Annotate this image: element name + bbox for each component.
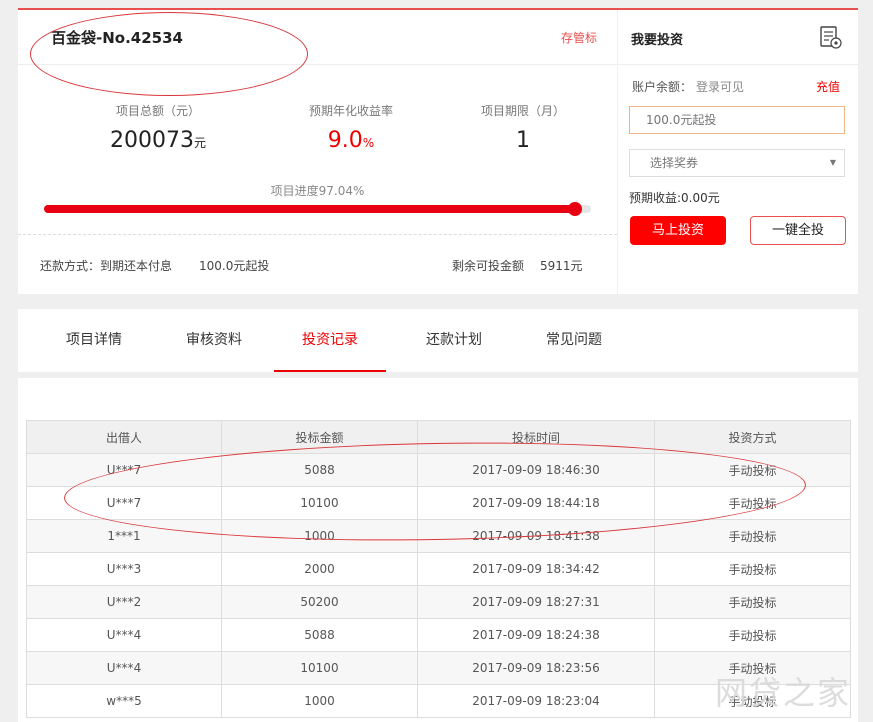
lender-cell: U***4 — [26, 651, 222, 685]
lender-cell: 1***1 — [26, 519, 222, 553]
amount-cell: 5088 — [221, 453, 418, 487]
amount-cell: 10100 — [221, 651, 418, 685]
lender-cell: U***2 — [26, 585, 222, 619]
annual-rate-unit: % — [362, 136, 375, 150]
invest-amount-input[interactable] — [629, 106, 845, 134]
method-cell: 手动投标 — [654, 618, 851, 652]
table-row: 1***1 1000 2017-09-09 18:41:38 手动投标 — [26, 519, 851, 553]
amount-cell: 50200 — [221, 585, 418, 619]
custody-tag: 存管标 — [560, 31, 597, 45]
column-header-time: 投标时间 — [417, 420, 655, 454]
product-header: 百金袋-No.42534 存管标 — [18, 10, 617, 65]
recharge-link[interactable]: 充值 — [816, 78, 840, 95]
lender-cell: U***7 — [26, 486, 222, 520]
time-cell: 2017-09-09 18:23:56 — [417, 651, 655, 685]
table-row: U***7 10100 2017-09-09 18:44:18 手动投标 — [26, 486, 851, 520]
coupon-select[interactable]: 选择奖券 ▼ — [629, 149, 845, 177]
column-header-method: 投资方式 — [654, 420, 851, 454]
lender-cell: U***7 — [26, 453, 222, 487]
min-invest: 100.0元起投 — [199, 259, 270, 273]
product-panel: 百金袋-No.42534 存管标 项目总额（元） 200073元 预期年化收益率… — [18, 10, 617, 294]
annual-rate-label: 预期年化收益率 — [308, 104, 393, 118]
total-amount-number: 200073 — [110, 128, 194, 153]
tab-bar: 项目详情 审核资料 投资记录 还款计划 常见问题 — [18, 309, 858, 372]
progress-knob — [567, 202, 582, 216]
time-cell: 2017-09-09 18:46:30 — [417, 453, 655, 487]
time-cell: 2017-09-09 18:44:18 — [417, 486, 655, 520]
tab-project-details[interactable]: 项目详情 — [34, 309, 154, 372]
invest-header: 我要投资 — [618, 10, 858, 65]
total-amount-value: 200073元 — [73, 128, 243, 153]
invest-title: 我要投资 — [631, 33, 684, 48]
progress-label: 项目进度97.04% — [270, 184, 365, 198]
method-cell: 手动投标 — [654, 585, 851, 619]
table-row: U***3 2000 2017-09-09 18:34:42 手动投标 — [26, 552, 851, 586]
calculator-icon[interactable] — [820, 26, 842, 50]
tab-faq[interactable]: 常见问题 — [514, 309, 634, 372]
annual-rate-number: 9.0 — [327, 128, 363, 153]
time-cell: 2017-09-09 18:23:04 — [417, 684, 655, 718]
total-amount-label: 项目总额（元） — [115, 104, 200, 118]
total-amount-unit: 元 — [193, 136, 206, 150]
amount-cell: 2000 — [221, 552, 418, 586]
time-cell: 2017-09-09 18:34:42 — [417, 552, 655, 586]
column-header-amount: 投标金额 — [221, 420, 418, 454]
invest-now-button[interactable]: 马上投资 — [630, 216, 726, 245]
lender-cell: U***4 — [26, 618, 222, 652]
table-header-row: 出借人 投标金额 投标时间 投资方式 — [26, 420, 851, 454]
remaining-value: 5911元 — [540, 259, 583, 273]
term-label: 项目期限（月） — [480, 104, 565, 118]
amount-cell: 10100 — [221, 486, 418, 520]
repay-method: 还款方式：到期还本付息 — [40, 259, 173, 273]
table-row: U***7 5088 2017-09-09 18:46:30 手动投标 — [26, 453, 851, 487]
product-title: 百金袋-No.42534 — [51, 29, 183, 47]
table-row: U***4 5088 2017-09-09 18:24:38 手动投标 — [26, 618, 851, 652]
divider — [18, 234, 617, 235]
time-cell: 2017-09-09 18:24:38 — [417, 618, 655, 652]
annual-rate-value: 9.0% — [266, 128, 436, 153]
method-cell: 手动投标 — [654, 486, 851, 520]
expected-income: 预期收益:0.00元 — [629, 191, 720, 205]
tab-audit-materials[interactable]: 审核资料 — [154, 309, 274, 372]
invest-panel: 我要投资 账户余额：登录可见 充值 选择奖券 ▼ 预期收益:0.00元 马上投资… — [618, 10, 858, 294]
amount-cell: 1000 — [221, 519, 418, 553]
balance-value: 登录可见 — [696, 80, 745, 94]
term-value: 1 — [516, 128, 530, 153]
tab-repayment-plan[interactable]: 还款计划 — [394, 309, 514, 372]
progress-bar — [44, 202, 591, 216]
column-header-lender: 出借人 — [26, 420, 222, 454]
amount-cell: 1000 — [221, 684, 418, 718]
progress-fill — [44, 205, 575, 213]
amount-cell: 5088 — [221, 618, 418, 652]
time-cell: 2017-09-09 18:41:38 — [417, 519, 655, 553]
watermark-logo: 网贷之家 — [714, 674, 851, 712]
table-row: U***2 50200 2017-09-09 18:27:31 手动投标 — [26, 585, 851, 619]
lender-cell: U***3 — [26, 552, 222, 586]
balance-row: 账户余额： 登录可见 — [632, 78, 744, 95]
dropdown-arrow-icon: ▼ — [829, 158, 836, 167]
lender-cell: w***5 — [26, 684, 222, 718]
coupon-select-label: 选择奖券 — [650, 156, 699, 170]
time-cell: 2017-09-09 18:27:31 — [417, 585, 655, 619]
method-cell: 手动投标 — [654, 519, 851, 553]
tab-investment-records[interactable]: 投资记录 — [274, 309, 386, 372]
remaining-label: 剩余可投金额 — [452, 259, 525, 273]
method-cell: 手动投标 — [654, 453, 851, 487]
method-cell: 手动投标 — [654, 552, 851, 586]
balance-label: 账户余额： — [632, 80, 693, 94]
invest-all-button[interactable]: 一键全投 — [750, 216, 846, 245]
